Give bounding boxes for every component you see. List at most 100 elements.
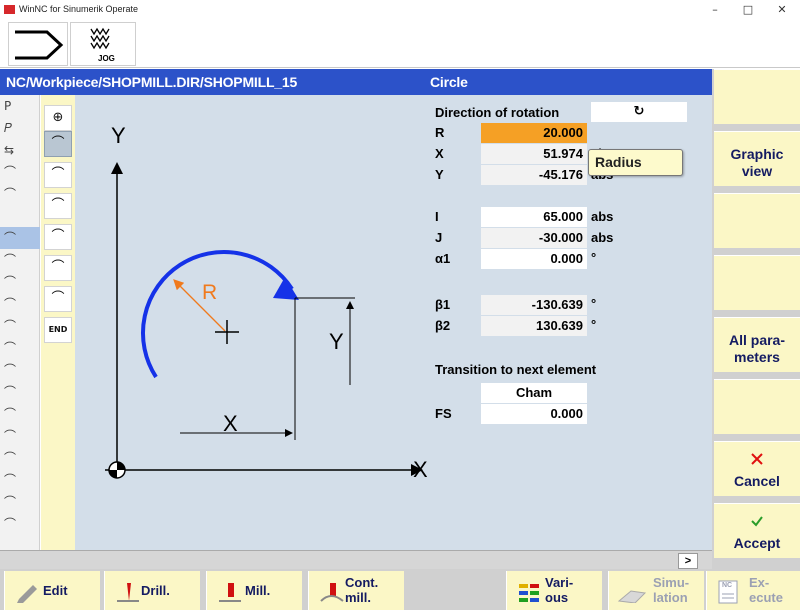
contour-element-3[interactable]: ⌒ (44, 162, 72, 188)
circle-arc (141, 250, 294, 379)
softkey-3[interactable] (714, 193, 800, 248)
contour-element-5[interactable]: ⌒ (44, 224, 72, 250)
left-strip-item-selected[interactable]: ⌒ (0, 227, 40, 249)
window-title: WinNC for Sinumerik Operate (19, 4, 139, 14)
program-path: NC/Workpiece/SHOPMILL.DIR/SHOPMILL_15 (6, 74, 298, 90)
left-strip-item-9[interactable]: ⌒ (0, 271, 40, 293)
various-label-2: ous (545, 590, 569, 605)
execute-softkey[interactable]: NC Ex- ecute (706, 571, 800, 610)
contour-mill-softkey[interactable]: Cont. mill. (308, 571, 404, 610)
contour-start-point[interactable]: ⊕ (44, 105, 72, 131)
x-dimension-label: X (223, 411, 238, 436)
direction-toggle[interactable]: ↻ (591, 102, 687, 122)
j-field[interactable]: -30.000 (481, 228, 587, 248)
fs-field[interactable]: 0.000 (481, 404, 587, 424)
edit-softkey[interactable]: Edit (4, 571, 100, 610)
drill-icon (117, 583, 139, 602)
left-strip-item-3[interactable]: ⇆ (0, 139, 40, 161)
contour-mill-icon (320, 583, 344, 602)
various-softkey[interactable]: Vari- ous (506, 571, 602, 610)
y-axis-label: Y (111, 123, 126, 148)
alpha1-field[interactable]: 0.000 (481, 249, 587, 269)
softkey-1[interactable] (714, 69, 800, 124)
i-label: I (435, 209, 439, 224)
fs-label: FS (435, 406, 452, 421)
beta2-field[interactable]: 130.639 (481, 316, 587, 336)
contour-element-7[interactable]: ⌒ (44, 286, 72, 312)
contour-mill-label-1: Cont. (345, 575, 379, 590)
left-strip-item-20[interactable]: ⌒ (0, 513, 40, 535)
next-page-button[interactable]: > (678, 553, 698, 569)
i-unit: abs (591, 209, 614, 224)
maximize-button[interactable]: □ (733, 1, 763, 19)
beta2-label: β2 (435, 318, 451, 333)
softkey-6[interactable] (714, 379, 800, 434)
transition-select[interactable]: Cham (481, 383, 587, 403)
mill-softkey[interactable]: Mill. (206, 571, 302, 610)
left-strip-item-13[interactable]: ⌒ (0, 359, 40, 381)
left-strip-item-18[interactable]: ⌒ (0, 469, 40, 491)
left-strip-item-4[interactable]: ⌒ (0, 161, 40, 183)
circle-help-diagram (105, 162, 423, 479)
left-strip-item-11[interactable]: ⌒ (0, 315, 40, 337)
contour-element-4[interactable]: ⌒ (44, 193, 72, 219)
vertical-softkey-bar: Graphic view All para- meters Cancel Acc… (712, 69, 800, 569)
beta1-unit: ° (591, 296, 597, 311)
minimize-button[interactable]: – (700, 1, 730, 19)
y-field[interactable]: -45.176 (481, 165, 587, 185)
close-button[interactable]: ✕ (767, 1, 797, 19)
machine-arrow-icon (15, 30, 64, 60)
graphic-view-softkey[interactable]: Graphic view (714, 131, 800, 186)
machine-area-button[interactable] (8, 22, 68, 66)
left-strip-item-19[interactable]: ⌒ (0, 491, 40, 513)
r-field[interactable]: 20.000 (481, 123, 587, 143)
left-strip-item-8[interactable]: ⌒ (0, 249, 40, 271)
execute-label-2: ecute (749, 590, 783, 605)
contour-end[interactable]: END (44, 317, 72, 343)
arc-arrowhead (273, 277, 299, 300)
cancel-icon (751, 453, 763, 465)
simulation-icon (617, 590, 647, 603)
jog-label: JOG (98, 54, 115, 63)
nc-label: NC (722, 582, 733, 589)
contour-mill-label-2: mill. (345, 590, 372, 605)
contour-element-circle-selected[interactable]: ⌒ (44, 131, 72, 157)
simulation-softkey[interactable]: Simu- lation (608, 571, 704, 610)
various-label-1: Vari- (545, 575, 574, 590)
j-unit: abs (591, 230, 614, 245)
cancel-softkey[interactable]: Cancel (714, 441, 800, 496)
i-field[interactable]: 65.000 (481, 207, 587, 227)
accept-softkey[interactable]: Accept (714, 503, 800, 558)
left-strip-item-2[interactable]: 𝑃 (0, 117, 40, 139)
softkey-4[interactable] (714, 255, 800, 310)
help-graphic: Y X R X Y (75, 95, 428, 550)
radius-line (173, 279, 226, 332)
jog-mode-button[interactable]: JOG (70, 22, 136, 66)
left-strip-item-16[interactable]: ⌒ (0, 425, 40, 447)
simulation-label-2: lation (653, 590, 688, 605)
all-parameters-softkey[interactable]: All para- meters (714, 317, 800, 372)
drill-softkey[interactable]: Drill. (104, 571, 200, 610)
left-strip-item-17[interactable]: ⌒ (0, 447, 40, 469)
mill-icon (219, 583, 241, 602)
left-strip-item-12[interactable]: ⌒ (0, 337, 40, 359)
left-strip-item-5[interactable]: ⌒ (0, 183, 40, 205)
left-strip-item-10[interactable]: ⌒ (0, 293, 40, 315)
x-axis-label: X (413, 457, 428, 482)
radius-label: R (202, 281, 218, 304)
accept-icon (751, 516, 763, 527)
transition-label: Transition to next element (435, 362, 597, 377)
y-dimension-label: Y (329, 329, 344, 354)
x-field[interactable]: 51.974 (481, 144, 587, 164)
left-strip-item-program-header[interactable]: P (0, 95, 40, 117)
beta1-field[interactable]: -130.639 (481, 295, 587, 315)
header-row: JOG (0, 20, 800, 68)
direction-label: Direction of rotation (435, 105, 560, 120)
window-titlebar: WinNC for Sinumerik Operate – □ ✕ (0, 0, 800, 20)
contour-element-6[interactable]: ⌒ (44, 255, 72, 281)
execute-label-1: Ex- (749, 575, 770, 590)
left-strip-item-15[interactable]: ⌒ (0, 403, 40, 425)
j-label: J (435, 230, 443, 245)
left-strip-item-14[interactable]: ⌒ (0, 381, 40, 403)
path-bar: NC/Workpiece/SHOPMILL.DIR/SHOPMILL_15 Ci… (0, 69, 712, 95)
